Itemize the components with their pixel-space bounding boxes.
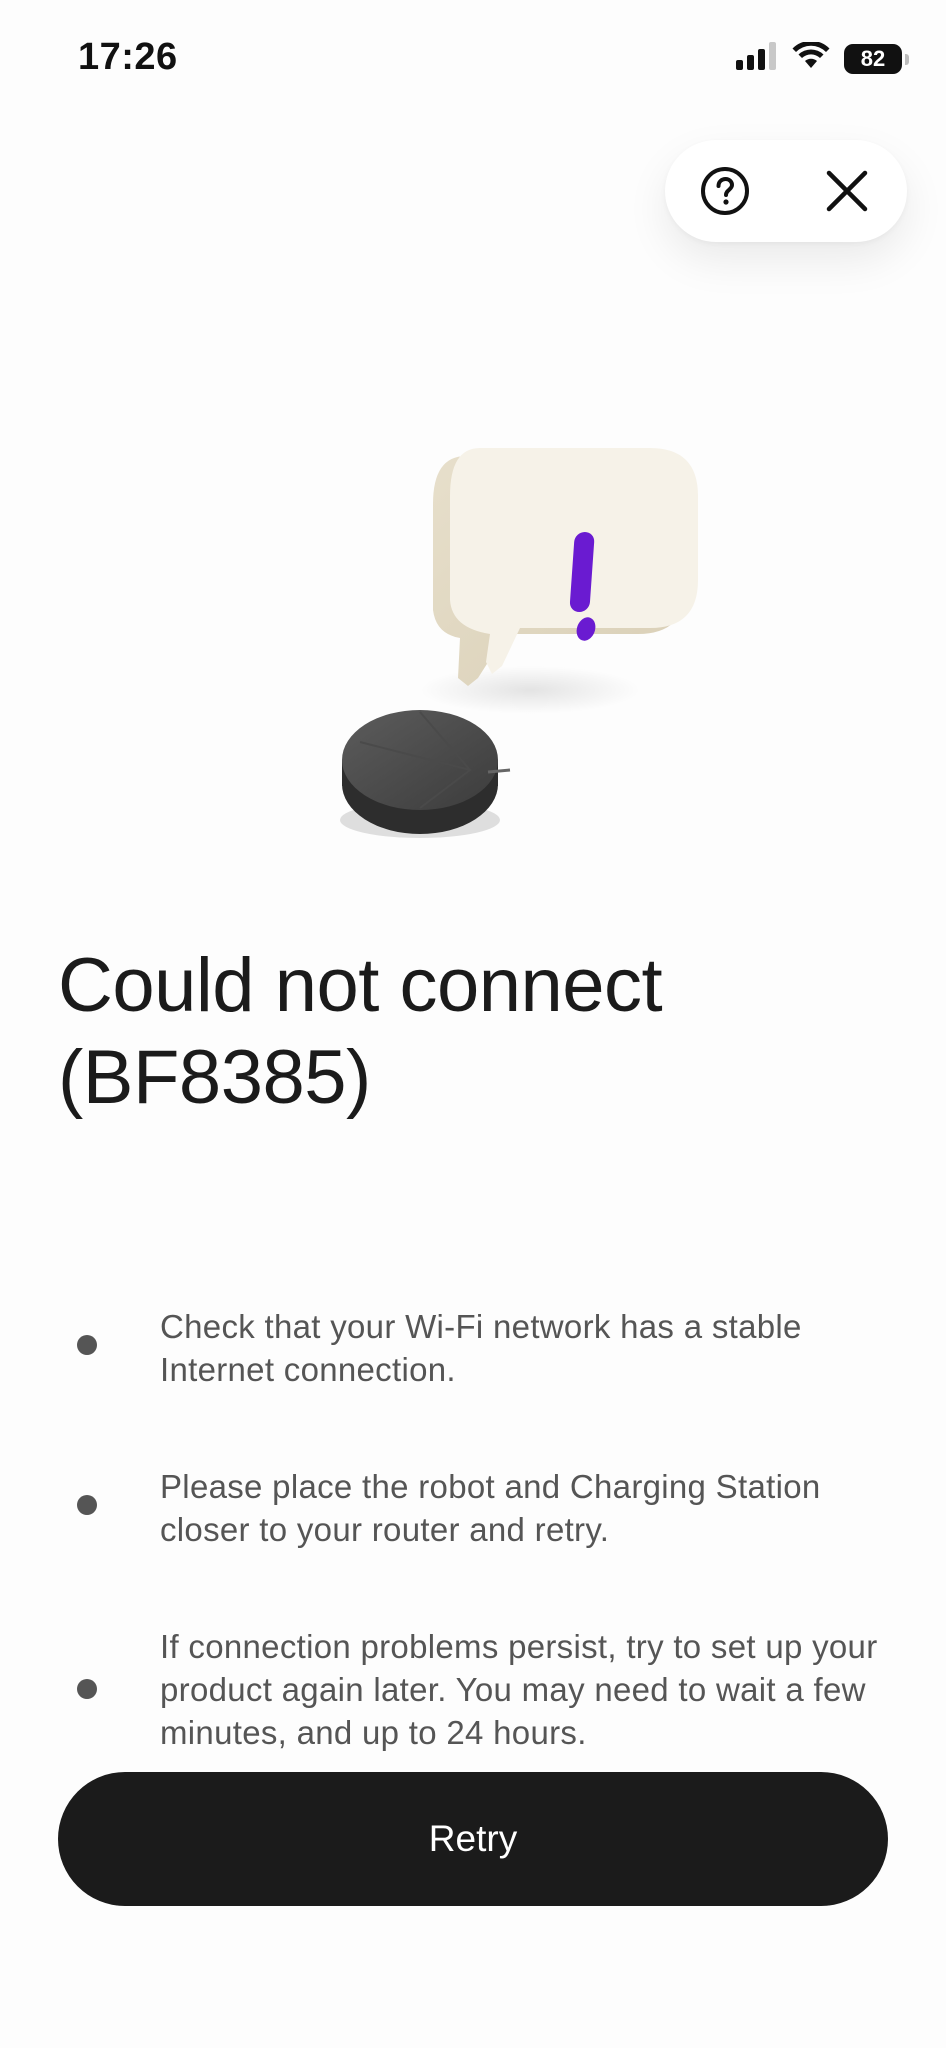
close-icon <box>826 170 868 212</box>
robot-vacuum-icon <box>342 710 498 810</box>
status-icons: 82 <box>736 40 909 75</box>
cellular-signal-icon <box>736 42 778 75</box>
help-circle-icon <box>701 167 749 215</box>
status-time: 17:26 <box>78 36 178 78</box>
battery-tip <box>905 53 909 65</box>
status-bar: 17:26 82 <box>0 0 946 120</box>
tip-text: Please place the robot and Charging Stat… <box>160 1468 821 1548</box>
help-button[interactable] <box>695 161 755 221</box>
battery-level: 82 <box>860 45 886 71</box>
battery-icon: 82 <box>844 43 909 74</box>
error-title: Could not connect (BF8385) <box>58 943 663 1120</box>
header-actions <box>665 140 907 242</box>
bubble-shadow <box>420 666 640 714</box>
bullet-icon <box>77 1335 97 1355</box>
tip-text: Check that your Wi-Fi network has a stab… <box>160 1308 802 1388</box>
retry-button[interactable]: Retry <box>58 1772 888 1906</box>
close-button[interactable] <box>817 161 877 221</box>
wifi-icon <box>792 40 830 75</box>
bullet-icon <box>77 1679 97 1699</box>
connection-error-illustration <box>320 430 720 850</box>
bullet-icon <box>77 1495 97 1515</box>
tip-text: If connection problems persist, try to s… <box>160 1628 878 1751</box>
